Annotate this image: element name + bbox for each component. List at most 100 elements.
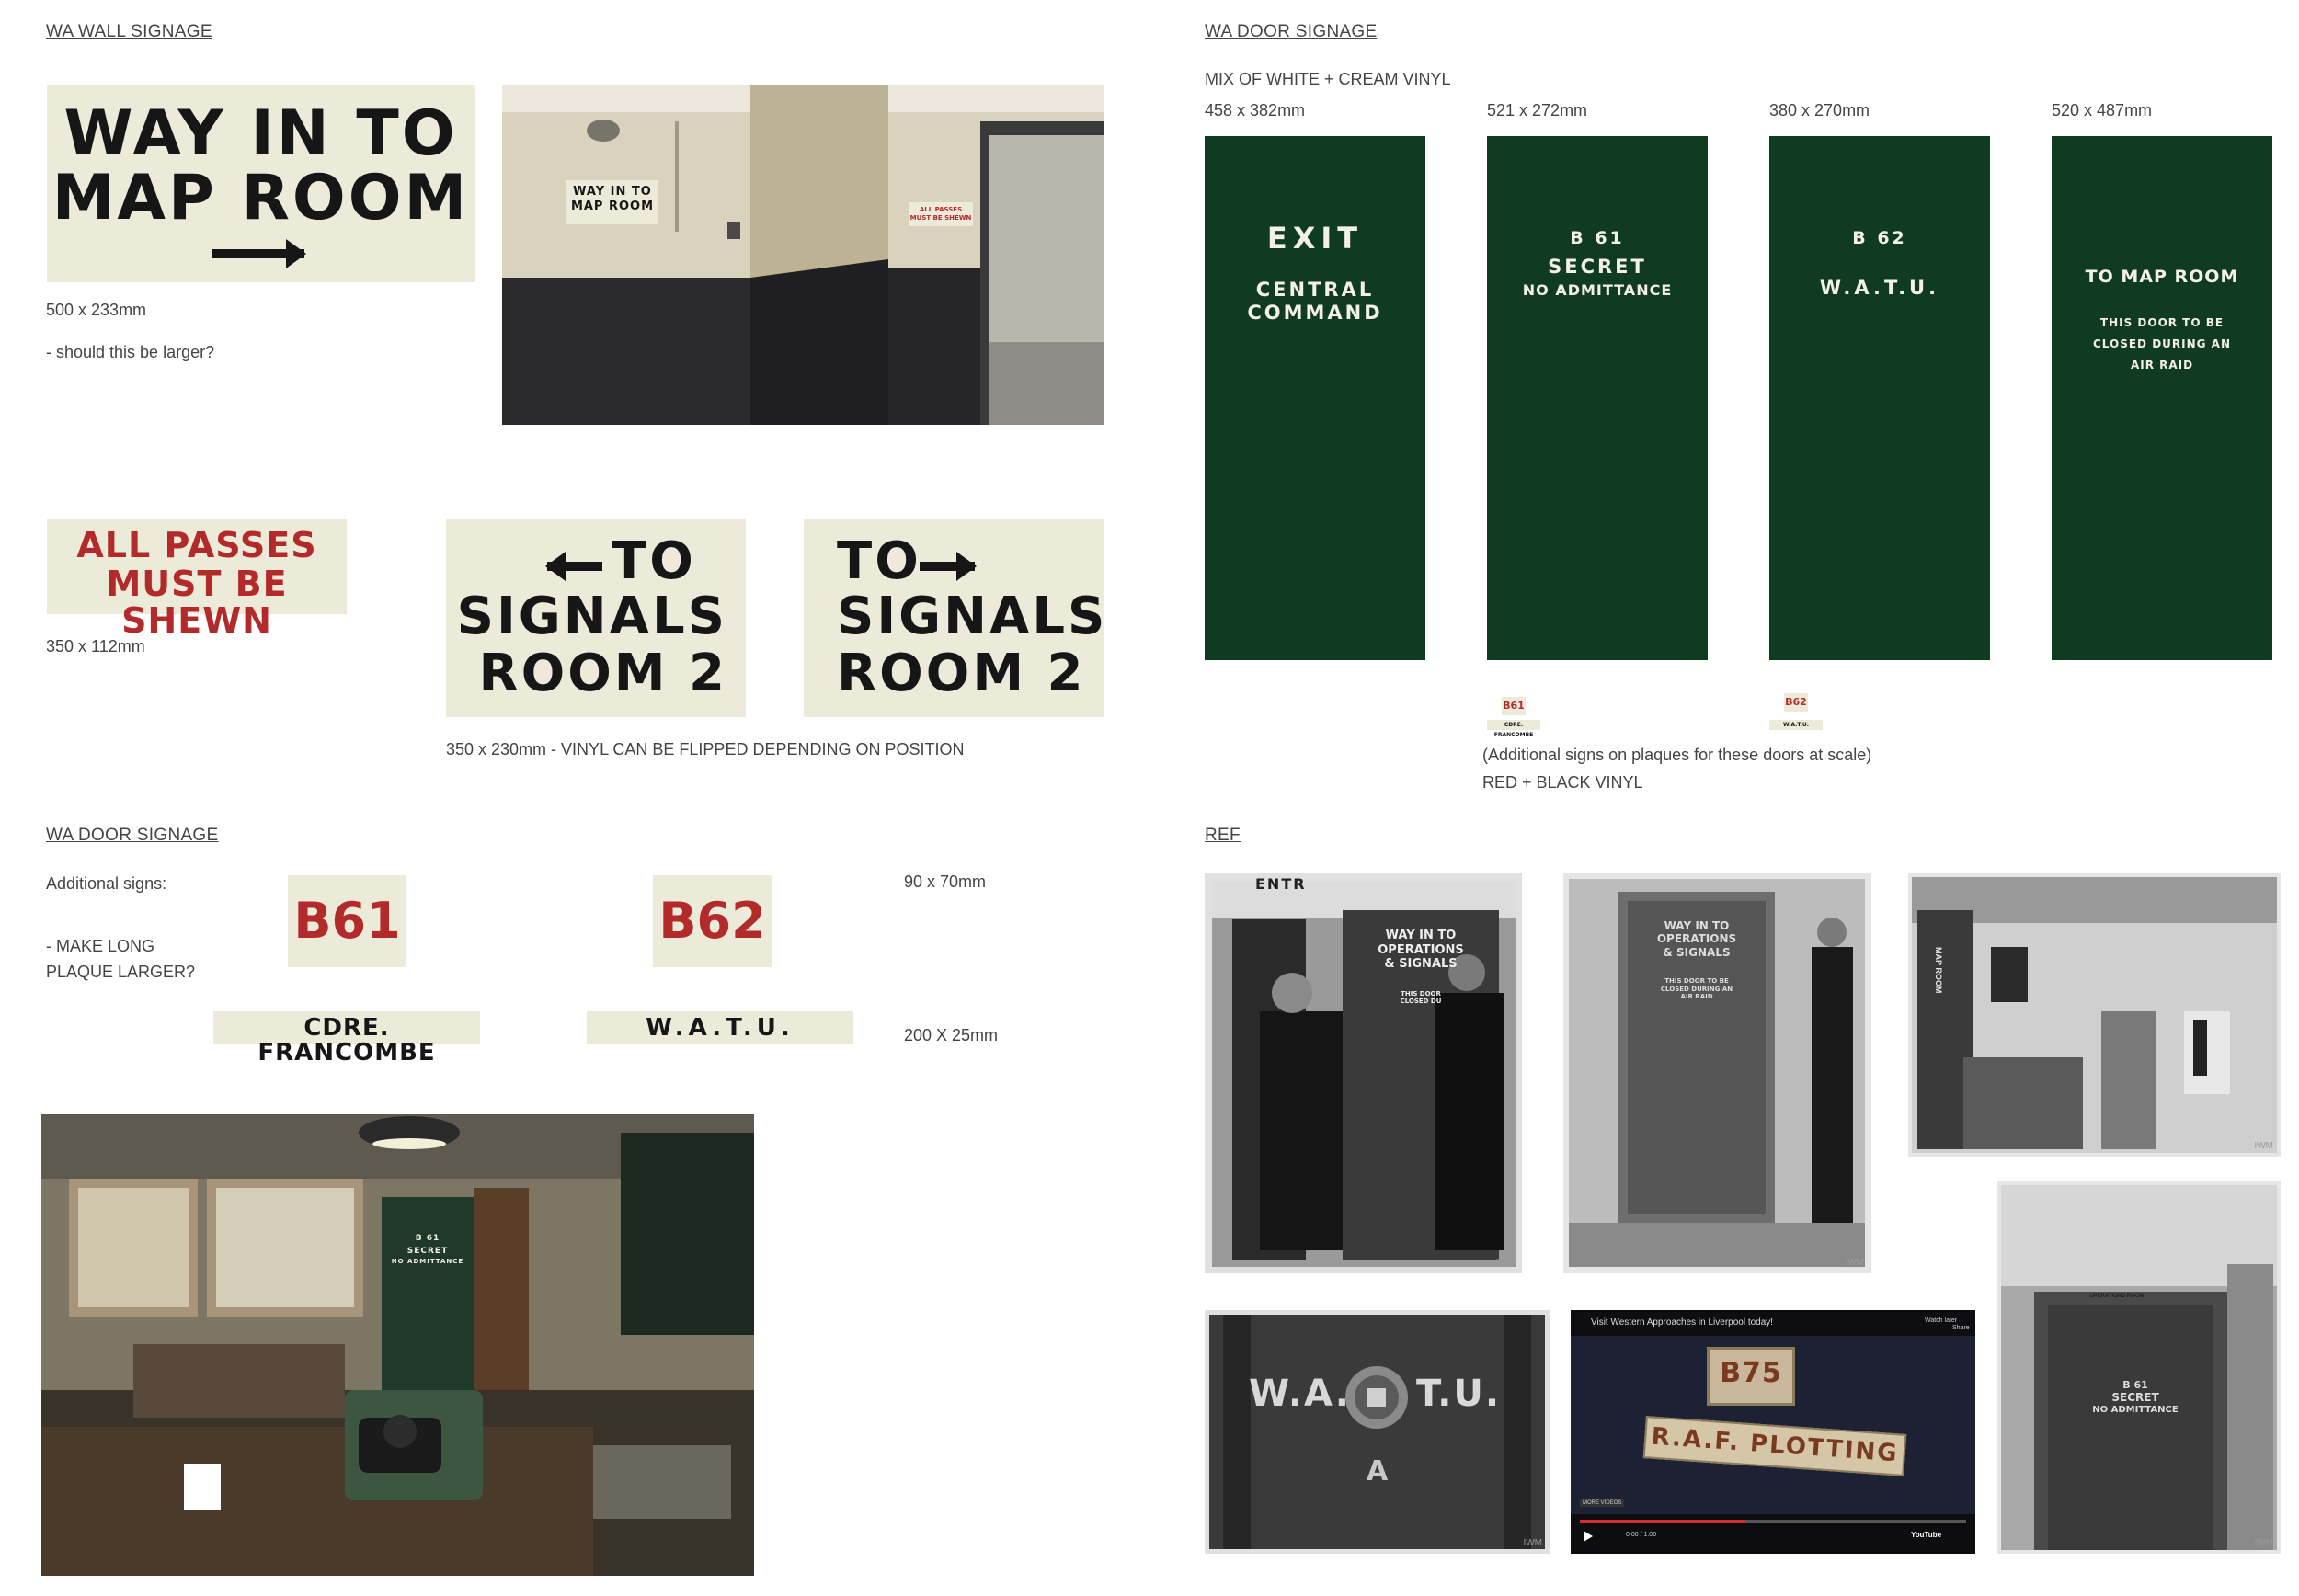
passes-size: 350 x 112mm (46, 637, 145, 656)
door1-size: 458 x 382mm (1205, 101, 1306, 120)
door-map-line2: THIS DOOR TO BE (2099, 316, 2225, 329)
photo-passes-sign: ALL PASSES MUST BE SHEWN (909, 202, 973, 226)
map-room-sign: WAY IN TO MAP ROOM (47, 85, 475, 282)
small-plaque-size: 90 x 70mm (904, 872, 987, 891)
photo-passes-line2: MUST BE SHEWN (909, 214, 972, 222)
ref2-l3: & SIGNALS (1663, 945, 1731, 959)
ref-photo-1: ENTR WAY IN TO OPERATIONS & SIGNALS THIS… (1205, 873, 1522, 1273)
ref4-right-text: T.U. (1416, 1373, 1502, 1415)
ref6-l3: NO ADMITTANCE (2092, 1404, 2179, 1415)
all-passes-line2: MUST BE SHEWN (106, 564, 288, 641)
plaque-watu: W.A.T.U. (587, 1011, 853, 1044)
corridor-photo-art (502, 85, 1104, 425)
map-room-sign-line2: MAP ROOM (51, 162, 470, 234)
door-b61-line1: B 61 (1570, 228, 1625, 248)
wall-signage-header: WA WALL SIGNAGE (46, 22, 212, 41)
all-passes-sign: ALL PASSES MUST BE SHEWN (47, 519, 347, 639)
door-map-line4: AIR RAID (2130, 359, 2194, 371)
ref2-l1: WAY IN TO (1664, 919, 1730, 932)
b75-plaque: B75 (1707, 1347, 1795, 1406)
ref4-watermark: IWM (1523, 1538, 1542, 1548)
video-share[interactable]: Share (1952, 1325, 1970, 1331)
ref6-door-sign: B 61 SECRET NO ADMITTANCE (2071, 1379, 2200, 1416)
ref6-top-sign: OPERATIONS ROOM (2089, 1294, 2145, 1299)
corridor-photo: WAY IN TO MAP ROOM ALL PASSES MUST BE SH… (502, 85, 1104, 425)
room-door-line3: NO ADMITTANCE (391, 1258, 464, 1265)
ref1-l1: WAY IN TO (1385, 929, 1457, 942)
ref-video[interactable]: Visit Western Approaches in Liverpool to… (1571, 1310, 1975, 1554)
mini-plaque-b61: B61 (1502, 697, 1526, 715)
signals-left-to: TO (612, 531, 696, 591)
plaque-note: (Additional signs on plaques for these d… (1482, 746, 1872, 764)
plaque-question-line1: - MAKE LONG (46, 937, 155, 955)
ref2-watermark: IWM (1845, 1258, 1864, 1268)
mini-plaque-b62: B62 (1784, 693, 1808, 712)
ref3-watermark: IWM (2254, 1141, 2273, 1151)
plaque-question-line2: PLAQUE LARGER? (46, 963, 196, 981)
door4-size: 520 x 487mm (2052, 101, 2153, 120)
long-plaque-size: 200 X 25mm (904, 1026, 999, 1044)
youtube-logo[interactable]: YouTube (1911, 1531, 1941, 1539)
raf-plotting-text: R.A.F. PLOTTING (1650, 1422, 1900, 1468)
b75-text: B75 (1720, 1357, 1782, 1389)
map-room-sign-line1: WAY IN TO (63, 97, 458, 170)
plaque-vinyl-note: RED + BLACK VINYL (1482, 773, 1643, 792)
map-sign-size: 500 x 233mm (46, 301, 147, 319)
ref1-l2: OPERATIONS (1378, 942, 1464, 957)
ref2-s1: THIS DOOR TO BE (1664, 977, 1729, 986)
door-b62-line2: W.A.T.U. (1819, 277, 1940, 299)
signals-right-to: TO (837, 531, 921, 591)
door-map-line1: TO MAP ROOM (2085, 267, 2239, 287)
plaque-francombe: CDRE. FRANCOMBE (213, 1011, 480, 1066)
plaque-b62-text: B62 (658, 892, 766, 950)
plaque-francombe-text: CDRE. FRANCOMBE (257, 1014, 436, 1067)
signals-right-line2: SIGNALS (837, 587, 1108, 646)
ref2-s3: AIR RAID (1680, 992, 1713, 1000)
door-signage-header: WA DOOR SIGNAGE (1205, 22, 1378, 41)
arrow-right-icon (920, 551, 977, 581)
video-watch-later[interactable]: Watch later (1925, 1317, 1957, 1324)
video-title[interactable]: Visit Western Approaches in Liverpool to… (1591, 1317, 1773, 1328)
room-door-line1: B 61 (415, 1234, 440, 1243)
photo-sign-line2: MAP ROOM (570, 200, 655, 213)
room-door-line2: SECRET (406, 1247, 449, 1256)
ref-photo-3-art (1912, 877, 2277, 1153)
door-map-line3: CLOSED DURING AN (2092, 337, 2231, 350)
ref4-letter: A (1367, 1455, 1391, 1488)
door-b61: B 61 SECRET NO ADMITTANCE (1487, 136, 1708, 660)
door3-size: 380 x 270mm (1769, 101, 1870, 120)
door-b61-line3: NO ADMITTANCE (1522, 281, 1673, 299)
ref1-watermark: IWM (1495, 1258, 1515, 1268)
door-signage-header-2: WA DOOR SIGNAGE (46, 826, 219, 845)
ref2-l2: OPERATIONS (1656, 932, 1737, 946)
ref-photo-6-art (2001, 1185, 2277, 1550)
ref6-watermark: IWM (2254, 1538, 2273, 1548)
door-map-room: TO MAP ROOM THIS DOOR TO BE CLOSED DURIN… (2052, 136, 2272, 660)
ref2-door-sign: WAY IN TO OPERATIONS & SIGNALS THIS DOOR… (1637, 919, 1756, 1000)
video-time: 0:00 / 1:00 (1626, 1532, 1657, 1538)
ref1-door-sign: WAY IN TO OPERATIONS & SIGNALS THIS DOOR… (1366, 929, 1476, 1006)
video-more-videos[interactable]: MORE VIDEOS (1580, 1499, 1625, 1507)
ref6-l2: SECRET (2111, 1391, 2159, 1405)
map-sign-note: - should this be larger? (46, 343, 215, 361)
door-exit-line1: EXIT (1266, 221, 1364, 256)
signals-right-line3: ROOM 2 (837, 644, 1086, 703)
ref-photo-4-art (1209, 1315, 1545, 1549)
door-exit-line3: COMMAND (1247, 302, 1383, 324)
photo-map-room-sign: WAY IN TO MAP ROOM (566, 180, 658, 224)
door-b62-line1: B 62 (1852, 228, 1907, 248)
additional-signs-label: Additional signs: (46, 874, 167, 893)
ref6-l1: B 61 (2122, 1379, 2148, 1391)
arrow-left-icon (545, 551, 602, 581)
arrow-right-icon (212, 238, 306, 268)
ref-photo-2: WAY IN TO OPERATIONS & SIGNALS THIS DOOR… (1563, 873, 1871, 1273)
ref2-s2: CLOSED DURING AN (1660, 985, 1733, 993)
door-b62: B 62 W.A.T.U. (1769, 136, 1990, 660)
plaque-b61-text: B61 (293, 892, 401, 950)
room-door-sign: B 61 SECRET NO ADMITTANCE (382, 1234, 474, 1265)
room-photo: B 61 SECRET NO ADMITTANCE (41, 1114, 754, 1576)
signals-left-line2: SIGNALS (456, 587, 727, 646)
door2-size: 521 x 272mm (1487, 101, 1588, 120)
ref1-s2: CLOSED DU (1400, 998, 1442, 1006)
door-exit-line2: CENTRAL (1255, 279, 1375, 301)
